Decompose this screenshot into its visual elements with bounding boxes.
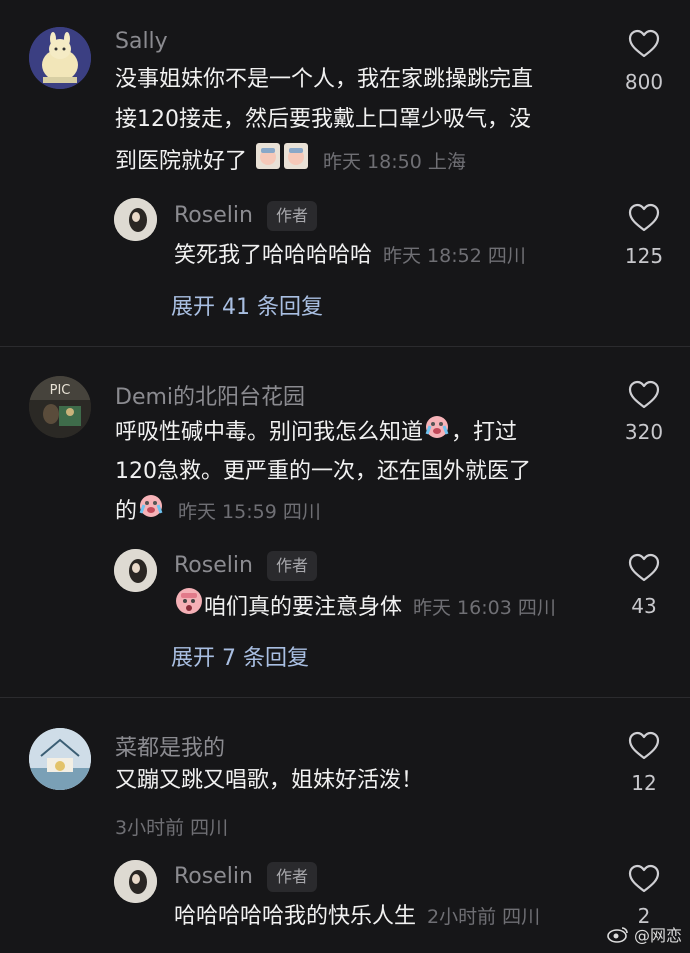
- like-heart-icon[interactable]: [628, 553, 660, 587]
- comment-text-segment: 呼吸性碱中毒。别问我怎么知道: [115, 420, 424, 445]
- avatar[interactable]: [114, 198, 157, 241]
- divider: [0, 346, 690, 347]
- like-count: 320: [624, 420, 664, 444]
- like-count: 125: [624, 244, 664, 268]
- like-count: 12: [631, 771, 657, 795]
- like-heart-icon[interactable]: [628, 29, 660, 63]
- avatar-image: [114, 198, 157, 241]
- reply-text-line: 哈哈哈哈哈我的快乐人生 2小时前 四川: [174, 897, 540, 937]
- watermark-text: @网恋: [633, 925, 682, 945]
- expand-replies-link[interactable]: 展开 41 条回复: [171, 289, 323, 321]
- reply-text: 咱们真的要注意身体: [204, 595, 403, 620]
- weibo-logo-icon: [607, 925, 629, 947]
- reply-meta: 昨天 18:52 四川: [383, 245, 526, 267]
- divider: [0, 697, 690, 698]
- comment-meta: 昨天 18:50 上海: [323, 151, 466, 173]
- avatar-image: [114, 549, 157, 592]
- comment-text-line: 接120接走，然后要我戴上口罩少吸气，没: [115, 107, 531, 132]
- reply-author-name[interactable]: Roselin: [174, 203, 253, 228]
- crying-emoji-icon: [423, 412, 451, 454]
- comment-text-line: 120急救。更严重的一次，还在国外就医了: [115, 459, 531, 484]
- like-heart-icon[interactable]: [628, 380, 660, 414]
- avatar-image: [29, 27, 91, 89]
- like-count: 800: [624, 70, 664, 94]
- avatar[interactable]: PIC: [29, 376, 91, 438]
- commenter-name[interactable]: 菜都是我的: [115, 730, 225, 762]
- avatar[interactable]: [29, 728, 91, 790]
- avatar-image: PIC: [29, 376, 91, 438]
- avatar[interactable]: [114, 860, 157, 903]
- avatar-image: [29, 728, 91, 790]
- comment-text-segment: ，打过: [451, 420, 518, 445]
- comment-text-line-with-emoji: 呼吸性碱中毒。别问我怎么知道 ，打过: [115, 412, 517, 454]
- avatar[interactable]: [114, 549, 157, 592]
- avatar-image: [114, 860, 157, 903]
- author-tag: 作者: [267, 551, 318, 581]
- reply-author-name[interactable]: Roselin: [174, 553, 253, 578]
- commenter-name[interactable]: Sally: [115, 29, 168, 54]
- comment-text-line: 到医院就好了: [115, 149, 248, 174]
- author-tag: 作者: [267, 201, 318, 231]
- reply-meta: 2小时前 四川: [427, 906, 541, 928]
- comment-meta: 3小时前 四川: [115, 817, 229, 839]
- reply-text-line: 咱们真的要注意身体 昨天 16:03 四川: [174, 586, 556, 630]
- reply-text-line: 笑死我了哈哈哈哈哈 昨天 18:52 四川: [174, 236, 526, 276]
- comment-meta: 昨天 15:59 四川: [178, 501, 321, 523]
- author-tag: 作者: [267, 862, 318, 892]
- expand-replies-link[interactable]: 展开 7 条回复: [171, 640, 309, 672]
- comment-text-segment: 的: [115, 499, 138, 524]
- commenter-name[interactable]: Demi的北阳台花园: [115, 379, 305, 411]
- comment-text-line: 没事姐妹你不是一个人，我在家跳操跳完直: [115, 67, 534, 92]
- sticker-emoji-icon: [254, 140, 310, 184]
- like-heart-icon[interactable]: [628, 864, 660, 898]
- comment-text-line-with-meta: 到医院就好了 昨天 18:50 上海: [115, 140, 466, 184]
- shocked-emoji-icon: [174, 586, 204, 630]
- comment-text-line: 又蹦又跳又唱歌，姐妹好活泼！: [115, 768, 424, 793]
- like-heart-icon[interactable]: [628, 731, 660, 765]
- reply-text: 哈哈哈哈哈我的快乐人生: [174, 904, 417, 929]
- avatar-label: PIC: [50, 383, 71, 398]
- like-heart-icon[interactable]: [628, 203, 660, 237]
- reply-author-name[interactable]: Roselin: [174, 864, 253, 889]
- avatar[interactable]: [29, 27, 91, 89]
- reply-meta: 昨天 16:03 四川: [413, 597, 556, 619]
- like-count: 43: [631, 594, 657, 618]
- crying-emoji-icon: [137, 491, 165, 533]
- reply-text: 笑死我了哈哈哈哈哈: [174, 243, 373, 268]
- weibo-watermark: @网恋: [607, 922, 682, 948]
- comment-text-line-with-meta: 的 昨天 15:59 四川: [115, 491, 321, 533]
